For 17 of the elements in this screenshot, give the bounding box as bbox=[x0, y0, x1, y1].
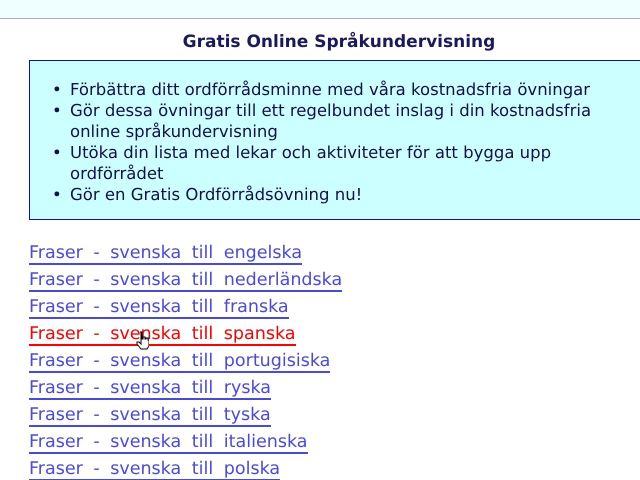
bullet-item: Gör dessa övningar till ett regelbundet inslag i din kostnadsfria online språkundervisning bbox=[70, 100, 592, 142]
language-link[interactable]: Fraser - svenska till ryska bbox=[29, 378, 272, 400]
bullet-item: Gör en Gratis Ordförrådsövning nu! bbox=[70, 184, 364, 205]
language-link[interactable]: Fraser - svenska till tyska bbox=[29, 405, 271, 427]
page-title: Gratis Online Språkundervisning bbox=[182, 30, 496, 54]
language-link[interactable]: Fraser - svenska till italienska bbox=[29, 432, 308, 454]
bullet-marker: • bbox=[52, 79, 63, 100]
bullet-item: Förbättra ditt ordförrådsminne med våra kostnadsfria övningar bbox=[70, 79, 592, 100]
bullet-item: Utöka din lista med lekar och aktiviteter för att bygga upp ordförrådet bbox=[70, 142, 552, 184]
bullet-marker: • bbox=[52, 100, 63, 121]
language-link[interactable]: Fraser - svenska till polska bbox=[29, 459, 280, 480]
bullet-marker: • bbox=[52, 184, 63, 205]
language-link[interactable]: Fraser - svenska till engelska bbox=[29, 243, 302, 265]
bullet-marker: • bbox=[52, 142, 63, 163]
language-link[interactable]: Fraser - svenska till nederländska bbox=[29, 270, 342, 292]
language-link[interactable]: Fraser - svenska till portugisiska bbox=[29, 351, 330, 373]
language-link[interactable]: Fraser - svenska till franska bbox=[29, 297, 289, 319]
